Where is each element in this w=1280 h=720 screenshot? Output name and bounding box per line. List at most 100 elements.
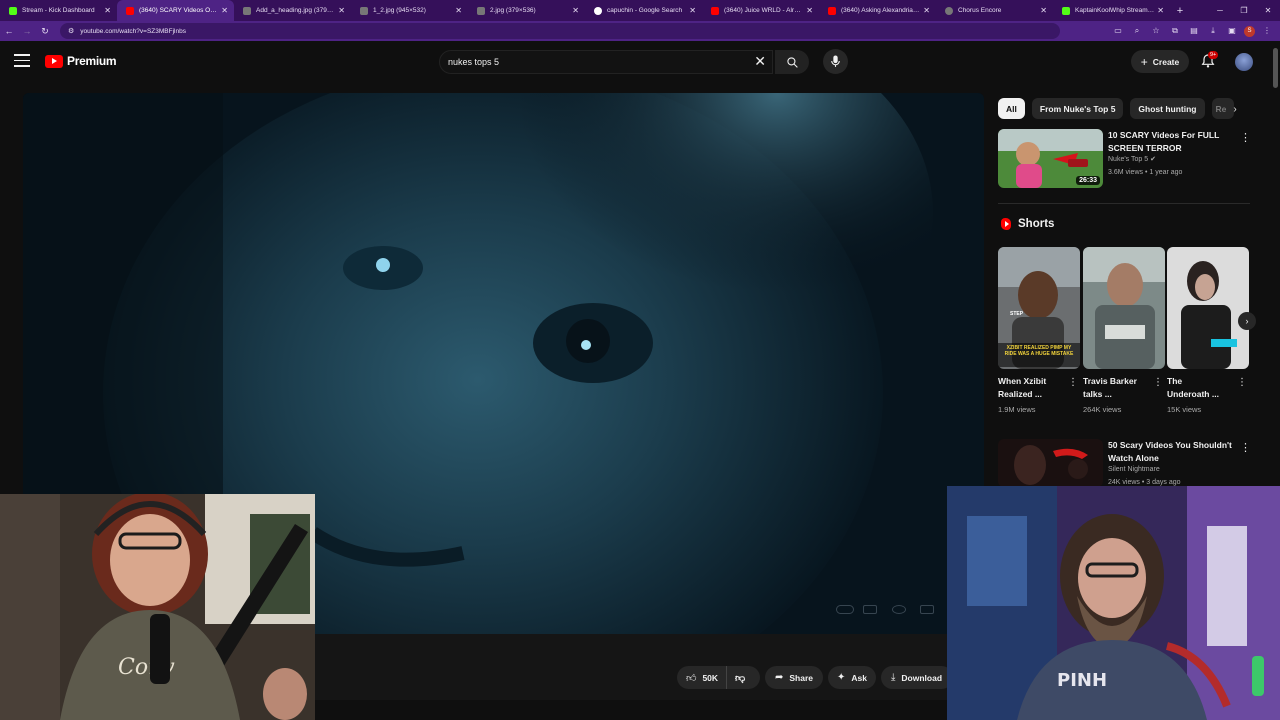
download-button[interactable]: ⤓ Download: [881, 666, 953, 689]
profile-avatar-icon[interactable]: S: [1244, 25, 1255, 37]
browser-menu-icon[interactable]: ⋮: [1260, 26, 1274, 37]
video-info: 10 SCARY Videos For FULL SCREEN TERROR N…: [1108, 129, 1236, 179]
webcam-feed-image: PINH: [947, 486, 1280, 720]
video-thumbnail[interactable]: [998, 439, 1103, 487]
ask-button[interactable]: ✦ Ask: [828, 666, 876, 689]
channel-name[interactable]: Silent Nightmare: [1108, 464, 1236, 477]
sidebar-icon[interactable]: ▤: [1187, 26, 1201, 37]
browser-tab[interactable]: Chorus Encore ✕: [936, 0, 1053, 21]
create-button[interactable]: + Create: [1131, 50, 1189, 73]
extensions-icon[interactable]: ⧉: [1168, 26, 1182, 37]
video-title-continued[interactable]: Watch Alone: [1108, 452, 1236, 465]
like-dislike-group: 👍︎ 50K 👎︎: [677, 666, 760, 689]
short-item[interactable]: STEP XZIBIT REALIZED PIMP MY RIDE WAS A …: [998, 247, 1080, 414]
share-button[interactable]: ➦ Share: [765, 666, 823, 689]
like-button[interactable]: 👍︎ 50K: [677, 666, 728, 689]
microphone-icon: [831, 55, 840, 67]
more-options-icon[interactable]: ⋮: [1237, 377, 1247, 388]
close-icon[interactable]: ✕: [1040, 6, 1047, 15]
chip-ghost-hunting[interactable]: Ghost hunting: [1130, 98, 1205, 119]
more-options-icon[interactable]: ⋮: [1153, 377, 1163, 388]
video-title[interactable]: 50 Scary Videos You Shouldn't: [1108, 439, 1236, 452]
channel-name[interactable]: Nuke's Top 5 ✔: [1108, 154, 1236, 167]
close-icon[interactable]: ✕: [104, 6, 111, 15]
video-thumbnail[interactable]: 26:33: [998, 129, 1103, 188]
new-tab-plus-icon[interactable]: +: [1170, 0, 1190, 21]
browser-tab[interactable]: Add_a_heading.jpg (379×536) ✕: [234, 0, 351, 21]
browser-tab[interactable]: 1_2.jpg (945×532) ✕: [351, 0, 468, 21]
chip-all[interactable]: All: [998, 98, 1025, 119]
more-options-icon[interactable]: ⋮: [1240, 131, 1251, 144]
tab-title: KaptainKoolWhip Stream - W: [1075, 7, 1155, 14]
browser-tab[interactable]: Stream - Kick Dashboard ✕: [0, 0, 117, 21]
svg-text:PINH: PINH: [1057, 670, 1107, 691]
recommended-video[interactable]: 26:33 10 SCARY Videos For FULL SCREEN TE…: [998, 129, 1251, 189]
close-icon[interactable]: ✕: [923, 6, 930, 15]
browser-tab[interactable]: (3640) Juice WRLD - Already D✕: [702, 0, 819, 21]
dislike-button[interactable]: 👎︎: [727, 672, 753, 684]
browser-tab[interactable]: KaptainKoolWhip Stream - W ✕: [1053, 0, 1170, 21]
hamburger-menu-icon[interactable]: [14, 54, 30, 68]
bookmark-star-icon[interactable]: ☆: [1149, 26, 1163, 37]
clear-search-icon[interactable]: ✕: [754, 53, 766, 70]
more-options-icon[interactable]: ⋮: [1240, 441, 1251, 454]
short-title[interactable]: The Underoath ...: [1167, 375, 1235, 401]
search-input[interactable]: nukes tops 5 ✕: [439, 50, 773, 74]
maximize-icon[interactable]: ❐: [1232, 6, 1256, 15]
close-icon[interactable]: ✕: [806, 6, 813, 15]
minimize-icon[interactable]: ─: [1208, 6, 1232, 15]
cast-icon[interactable]: ▭: [1111, 26, 1125, 37]
logo-text: Premium: [67, 54, 117, 68]
account-avatar[interactable]: [1235, 53, 1253, 71]
close-icon[interactable]: ✕: [1157, 6, 1164, 15]
video-title-continued[interactable]: SCREEN TERROR: [1108, 142, 1236, 155]
site-info-icon[interactable]: ⚙: [68, 27, 74, 35]
short-item[interactable]: Travis Barker talks ... ⋮ 264K views: [1083, 247, 1165, 414]
shorts-next-chevron-icon[interactable]: ›: [1238, 312, 1256, 330]
browser-tab[interactable]: capuchin - Google Search ✕: [585, 0, 702, 21]
recommended-video[interactable]: 50 Scary Videos You Shouldn't Watch Alon…: [998, 439, 1251, 487]
tab-title: Stream - Kick Dashboard: [22, 7, 95, 14]
autoplay-toggle-icon[interactable]: [836, 605, 854, 614]
search-button[interactable]: [775, 50, 809, 74]
chip-from-channel[interactable]: From Nuke's Top 5: [1031, 98, 1124, 119]
browser-tab-strip: Stream - Kick Dashboard ✕ (3640) SCARY Vi…: [0, 0, 1280, 21]
browser-tab[interactable]: (3640) Asking Alexandria - Ala ✕: [819, 0, 936, 21]
short-thumbnail[interactable]: [1083, 247, 1165, 369]
zoom-icon[interactable]: ⌕: [1130, 26, 1144, 37]
kick-favicon-icon: [1062, 6, 1070, 15]
close-icon[interactable]: ✕: [455, 6, 462, 15]
theater-mode-icon[interactable]: [920, 605, 934, 614]
chevron-right-icon[interactable]: ›: [1228, 100, 1242, 118]
close-icon[interactable]: ✕: [572, 6, 579, 15]
page-scrollbar[interactable]: [1273, 48, 1278, 88]
youtube-premium-logo[interactable]: Premium: [45, 54, 117, 68]
voice-search-button[interactable]: [823, 49, 848, 74]
window-controls: ─ ❐ ✕: [1208, 0, 1280, 21]
reload-icon[interactable]: ↻: [36, 26, 54, 37]
image-favicon-icon: [243, 6, 251, 15]
more-options-icon[interactable]: ⋮: [1068, 377, 1078, 388]
url-field[interactable]: ⚙ youtube.com/watch?v=SZ3MBFjlnbs: [60, 23, 1060, 39]
short-item[interactable]: The Underoath ... ⋮ 15K views: [1167, 247, 1249, 414]
close-icon[interactable]: ✕: [689, 6, 696, 15]
download-icon[interactable]: ⤓: [1206, 26, 1220, 37]
short-thumbnail[interactable]: [1167, 247, 1249, 369]
browser-tab-active[interactable]: (3640) SCARY Videos OR Are Y✕: [117, 0, 234, 21]
short-views: 1.9M views: [998, 405, 1036, 414]
video-title[interactable]: 10 SCARY Videos For FULL: [1108, 129, 1236, 142]
split-view-icon[interactable]: ▣: [1225, 26, 1239, 37]
subtitles-icon[interactable]: [863, 605, 877, 614]
short-thumbnail[interactable]: STEP XZIBIT REALIZED PIMP MY RIDE WAS A …: [998, 247, 1080, 369]
window-close-icon[interactable]: ✕: [1256, 6, 1280, 15]
like-count: 50K: [702, 672, 719, 683]
back-arrow-icon[interactable]: ←: [0, 26, 18, 36]
forward-arrow-icon[interactable]: →: [18, 26, 36, 36]
browser-tab[interactable]: 2.jpg (379×536) ✕: [468, 0, 585, 21]
close-icon[interactable]: ✕: [338, 6, 345, 15]
short-title[interactable]: Travis Barker talks ...: [1083, 375, 1151, 401]
short-title[interactable]: When Xzibit Realized ...: [998, 375, 1066, 401]
close-icon[interactable]: ✕: [221, 6, 228, 15]
tab-title: capuchin - Google Search: [607, 7, 683, 14]
settings-gear-icon[interactable]: [892, 605, 906, 614]
